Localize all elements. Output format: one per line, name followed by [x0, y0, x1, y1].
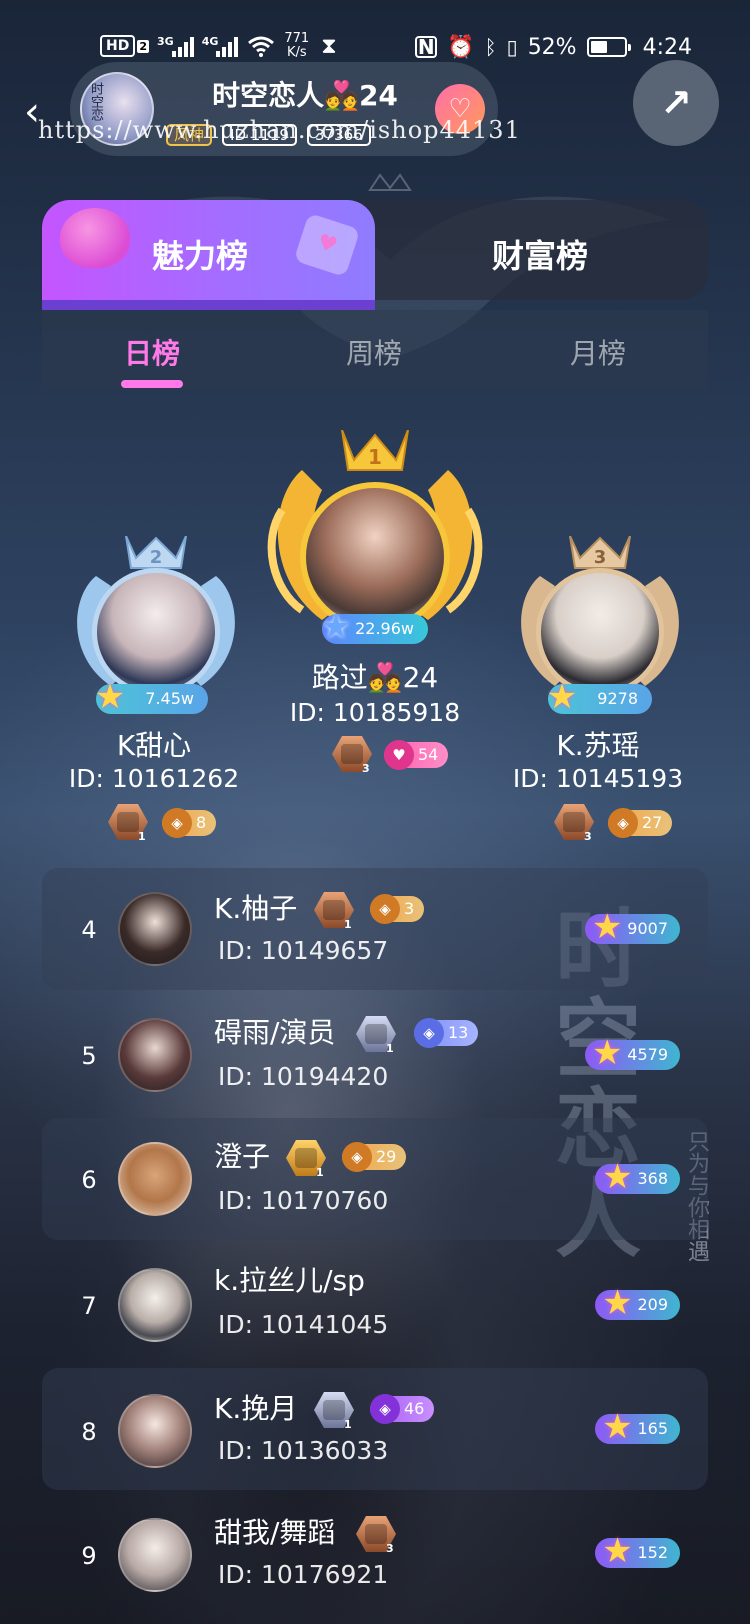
alarm-icon: ⏰: [447, 34, 475, 60]
star-icon: ★: [602, 1531, 633, 1571]
wealth-level-sub: 1: [344, 1418, 352, 1431]
fan-badge-icon: ◈: [162, 808, 192, 838]
user-name: 甜我/舞蹈: [214, 1516, 336, 1549]
rank-3-id: ID: 10145193: [512, 764, 684, 793]
period-tab-indicator: [121, 380, 183, 388]
fan-badge-icon: ◈: [370, 894, 400, 924]
rank-2-id: ID: 10161262: [68, 764, 240, 793]
wealth-level-sub: 3: [584, 830, 592, 843]
heart-icon: [50, 200, 150, 280]
rank-number: 4: [81, 916, 97, 944]
tab-active-indicator: [42, 300, 375, 310]
rank-3-name: K.苏瑶: [556, 729, 640, 762]
fan-level-badge: ◈ 8: [162, 808, 217, 838]
user-name: K.挽月: [214, 1392, 298, 1425]
avatar[interactable]: [118, 1394, 192, 1468]
wealth-level-sub: 1: [138, 830, 146, 843]
user-id: ID: 10170760: [218, 1186, 389, 1215]
fan-badge-icon: ◈: [342, 1142, 372, 1172]
vibrate-icon: ▯: [506, 35, 518, 59]
star-icon: ★: [320, 607, 352, 647]
rank-1-name: 路过💑24: [311, 661, 439, 694]
charm-score: ★ 368: [595, 1157, 680, 1197]
rank-1-id: ID: 10185918: [289, 698, 461, 727]
star-icon: ★: [592, 907, 623, 947]
bluetooth-icon: ᛒ: [484, 35, 497, 59]
tab-weekly[interactable]: 周榜: [346, 334, 402, 374]
star-icon: ★: [546, 677, 578, 717]
nfc-icon: N: [415, 36, 438, 58]
clock: 4:24: [642, 34, 692, 60]
tab-charm-label: 魅力榜: [152, 237, 249, 275]
tab-wealth[interactable]: 财富榜: [492, 234, 588, 278]
fan-level-badge: ◈ 29: [342, 1142, 407, 1172]
user-id: ID: 10141045: [218, 1310, 389, 1339]
rank-number: 9: [81, 1542, 97, 1570]
tab-monthly[interactable]: 月榜: [570, 334, 626, 374]
charm-score: ★ 209: [595, 1283, 680, 1323]
user-name: K.柚子: [214, 892, 298, 925]
heart-badge-icon: ♥: [384, 740, 414, 770]
rank-2-name: K甜心: [116, 729, 192, 762]
star-icon: ★: [94, 677, 126, 717]
wealth-level-sub: 3: [362, 762, 370, 775]
avatar[interactable]: [118, 1018, 192, 1092]
hourglass-icon: ⧗: [321, 33, 337, 59]
rank-2-crown-number: 2: [150, 547, 163, 568]
wealth-level-sub: 3: [386, 1542, 394, 1555]
signal-icon: 4G: [202, 35, 239, 57]
rank-number: 8: [81, 1418, 97, 1446]
avatar[interactable]: [118, 1142, 192, 1216]
user-id: ID: 10149657: [218, 936, 389, 965]
rank-number: 6: [81, 1166, 97, 1194]
fan-level-badge: ♥ 54: [384, 740, 449, 770]
sim-indicator: 2: [137, 39, 149, 53]
user-id: ID: 10176921: [218, 1560, 389, 1589]
star-icon: ★: [602, 1283, 633, 1323]
share-button[interactable]: ↗: [633, 60, 719, 146]
rank-3-score: ★ 9278: [547, 677, 652, 717]
rank-2-score: ★ 7.45w: [95, 677, 208, 717]
tab-daily[interactable]: 日榜: [124, 334, 180, 374]
user-id: ID: 10136033: [218, 1436, 389, 1465]
fan-badge-icon: ◈: [414, 1018, 444, 1048]
star-icon: ★: [602, 1157, 633, 1197]
hd-voice-indicator: HD: [100, 35, 136, 57]
rank-1-crown-number: 1: [368, 445, 382, 469]
wifi-icon: [248, 36, 275, 57]
avatar[interactable]: [118, 1518, 192, 1592]
star-icon: ★: [592, 1033, 623, 1073]
user-name: k.拉丝儿/sp: [214, 1264, 365, 1297]
fan-badge-icon: ◈: [370, 1394, 400, 1424]
rank-3-crown-number: 3: [594, 547, 607, 568]
charm-score: ★ 152: [595, 1531, 680, 1571]
network-speed: 771 K/s: [284, 31, 310, 60]
rank-number: 7: [81, 1292, 97, 1320]
wealth-level-sub: 1: [386, 1042, 394, 1055]
charm-score: ★ 4579: [585, 1033, 680, 1073]
battery-percent: 52%: [527, 34, 577, 60]
rank-1-score: ★ 22.96w: [321, 607, 428, 647]
fan-badge-icon: ◈: [608, 808, 638, 838]
fan-level-badge: ◈ 27: [608, 808, 673, 838]
wealth-level-sub: 1: [344, 918, 352, 931]
wealth-level-sub: 1: [316, 1166, 324, 1179]
star-icon: ★: [602, 1407, 633, 1447]
user-id: ID: 10194420: [218, 1062, 389, 1091]
user-name: 碍雨/演员: [214, 1016, 336, 1049]
fan-level-badge: ◈ 46: [370, 1394, 435, 1424]
watermark-url: https://www.huzhan.com/ishop44131: [38, 116, 521, 144]
user-name: 澄子: [214, 1140, 271, 1173]
share-icon: ↗: [660, 81, 692, 125]
rank-number: 5: [81, 1042, 97, 1070]
signal-icon: 3G: [157, 35, 194, 57]
fan-level-badge: ◈ 3: [370, 894, 425, 924]
charm-score: ★ 165: [595, 1407, 680, 1447]
battery-icon: [586, 37, 631, 57]
avatar[interactable]: [118, 1268, 192, 1342]
room-title: 时空恋人💑24: [212, 79, 398, 112]
avatar[interactable]: [118, 892, 192, 966]
fan-level-badge: ◈ 13: [414, 1018, 479, 1048]
charm-score: ★ 9007: [585, 907, 680, 947]
